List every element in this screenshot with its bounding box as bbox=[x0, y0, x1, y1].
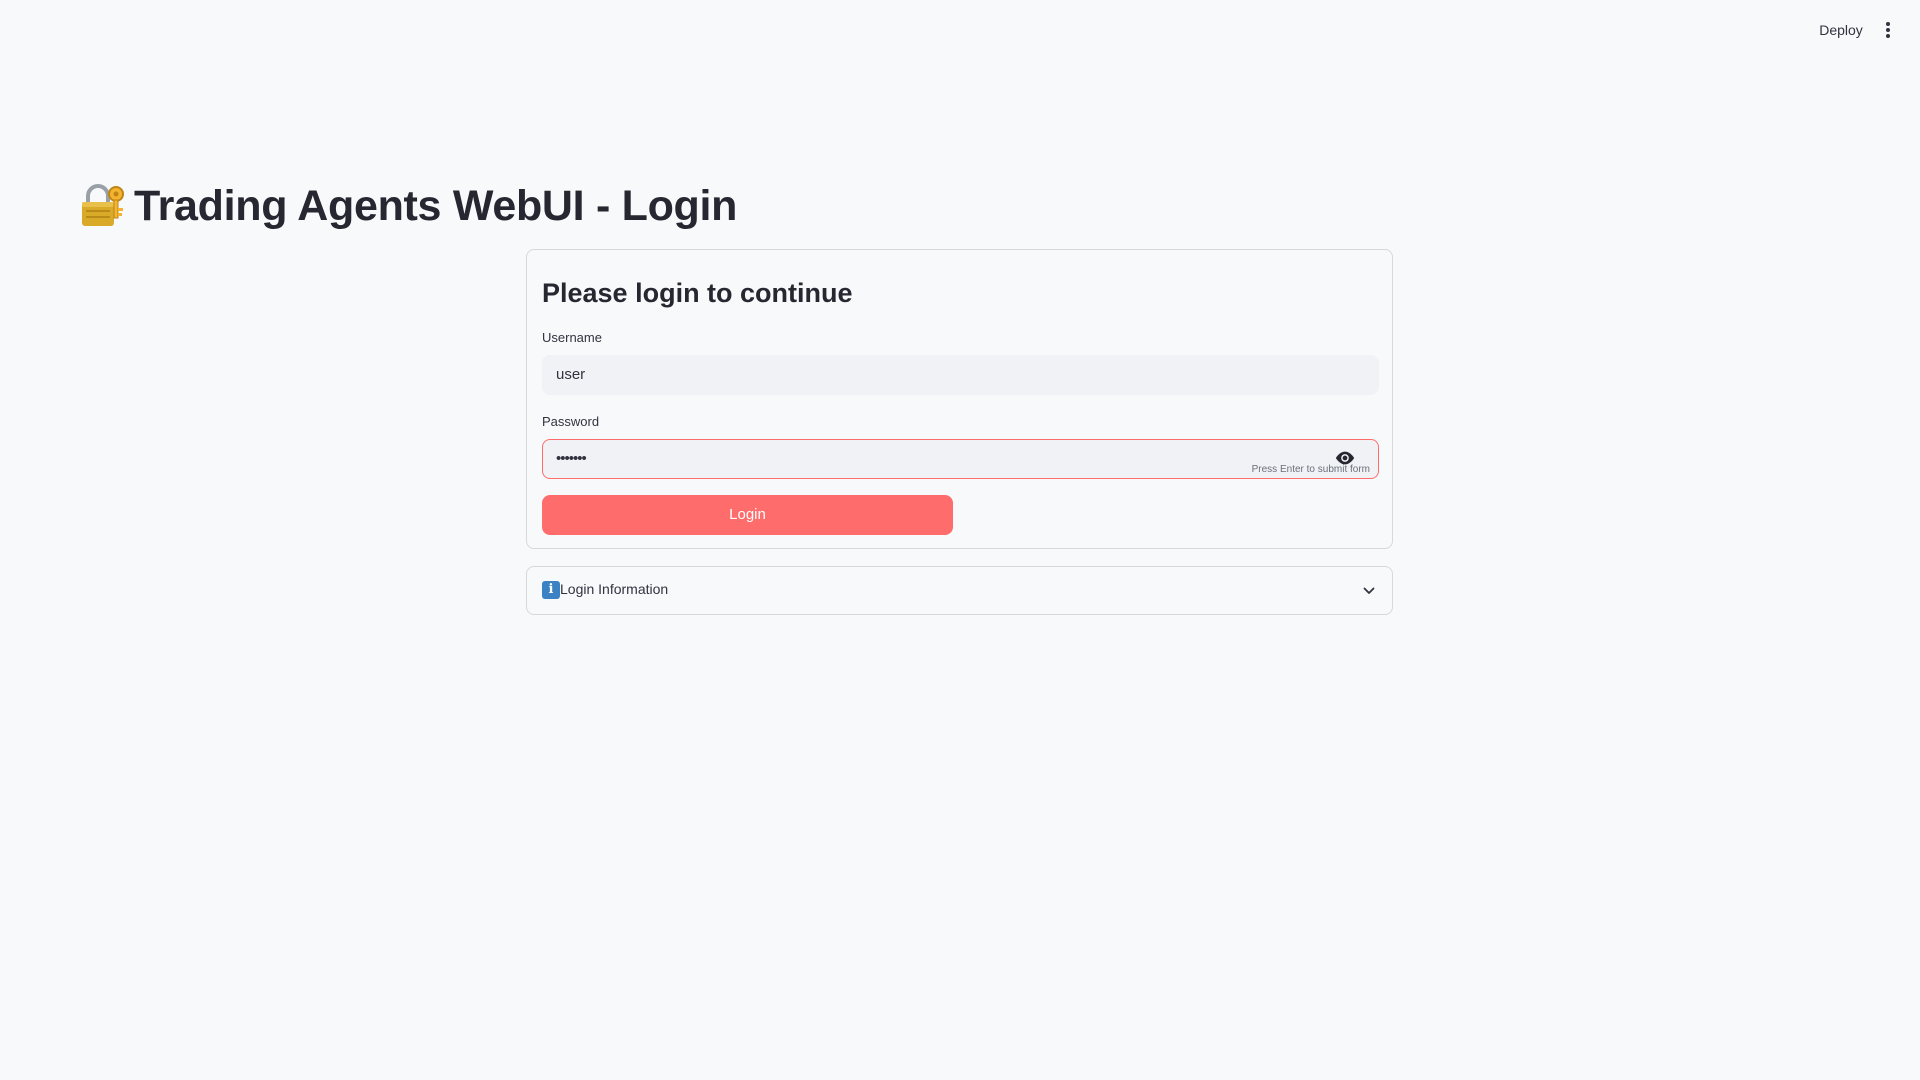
expander-label: Login Information bbox=[560, 581, 669, 597]
main-menu-button[interactable] bbox=[1876, 16, 1900, 44]
page-header: Trading Agents WebUI - Login bbox=[78, 178, 737, 234]
login-form: Please login to continue Username user P… bbox=[526, 249, 1393, 549]
page-title: Trading Agents WebUI - Login bbox=[134, 181, 738, 230]
top-toolbar: Deploy bbox=[0, 0, 1920, 60]
lock-with-key-icon bbox=[82, 184, 124, 226]
eye-icon[interactable] bbox=[1334, 449, 1356, 467]
kebab-menu-icon bbox=[1886, 22, 1890, 38]
form-heading: Please login to continue bbox=[542, 278, 853, 308]
info-icon: i bbox=[542, 581, 560, 599]
deploy-button[interactable]: Deploy bbox=[1808, 18, 1874, 42]
username-field[interactable]: user bbox=[542, 355, 1379, 395]
password-value: ••••••• bbox=[556, 450, 587, 467]
password-label: Password bbox=[542, 414, 600, 429]
login-info-expander[interactable]: i Login Information bbox=[526, 566, 1393, 615]
chevron-down-icon bbox=[1363, 587, 1375, 594]
username-value: user bbox=[556, 366, 586, 383]
username-label: Username bbox=[542, 330, 602, 345]
login-button[interactable]: Login bbox=[542, 495, 953, 535]
password-field[interactable]: ••••••• Press Enter to submit form bbox=[542, 439, 1379, 479]
